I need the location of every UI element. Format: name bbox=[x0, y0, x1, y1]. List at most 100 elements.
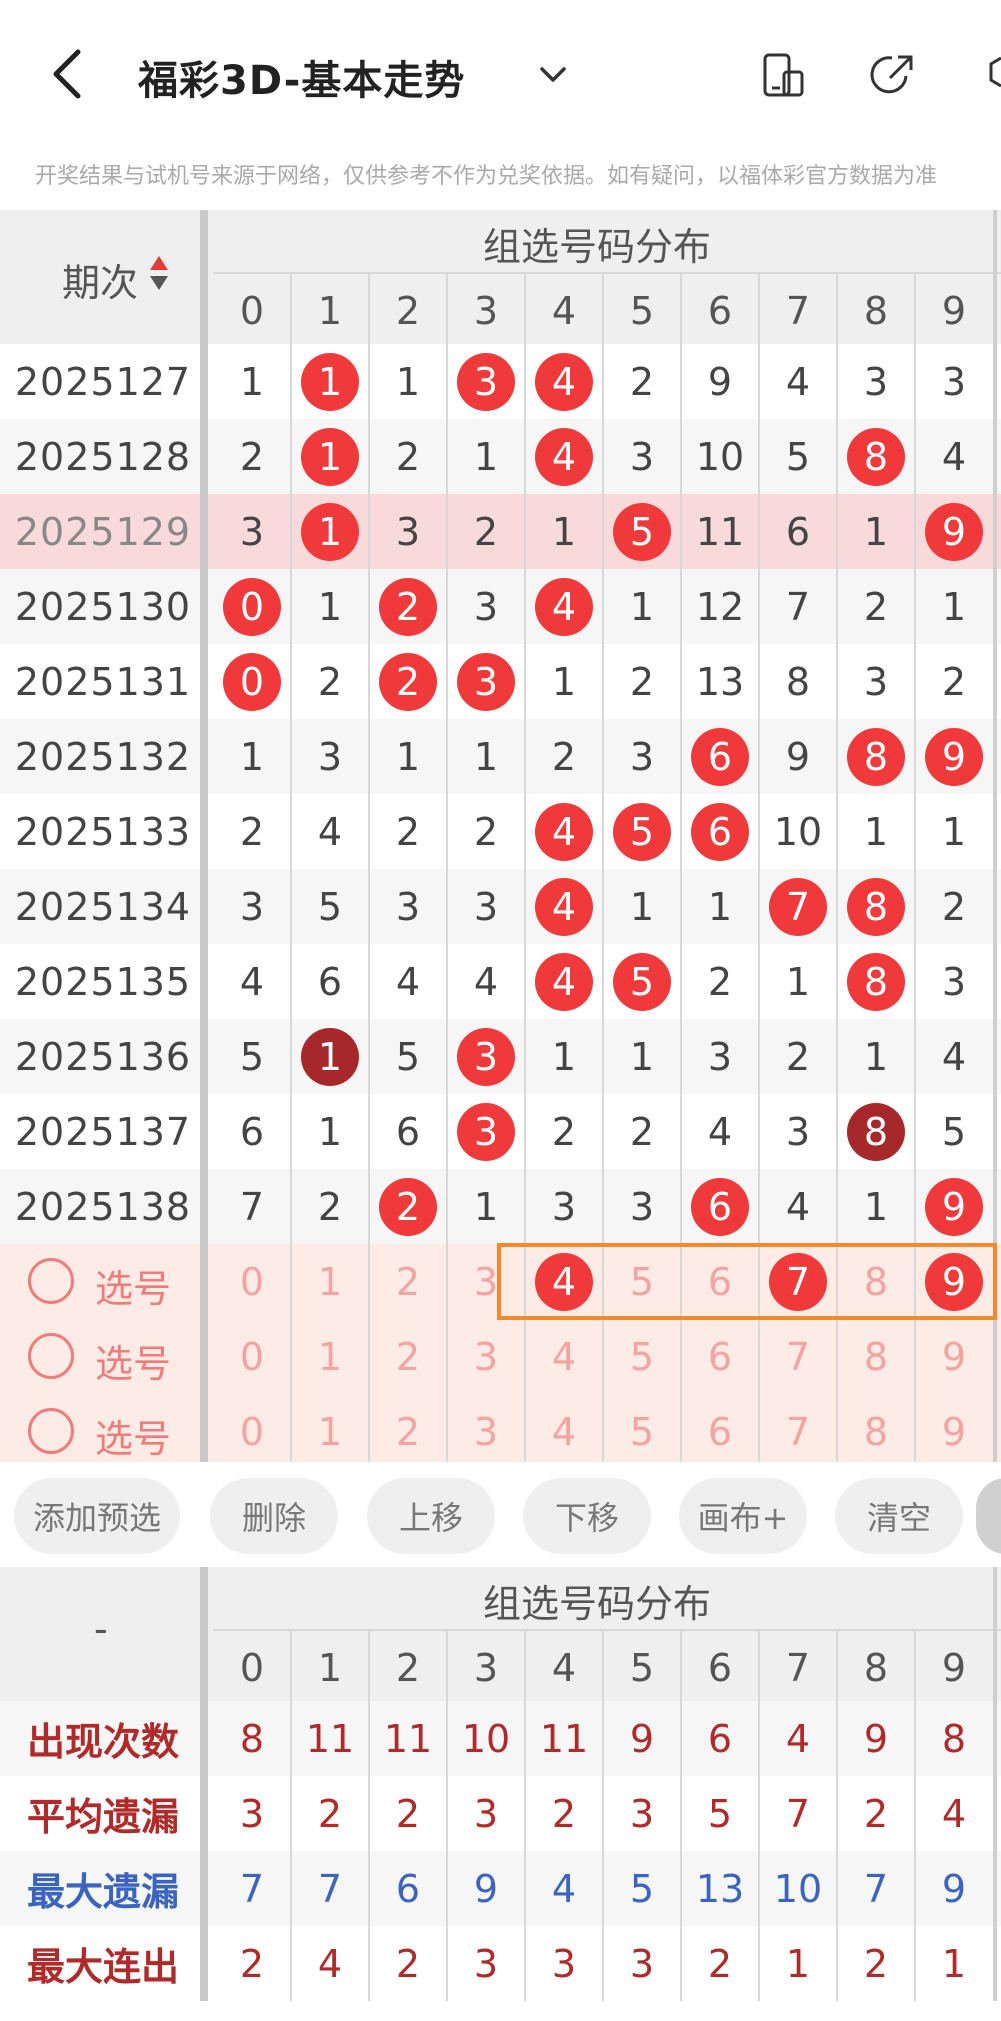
pick-radio[interactable] bbox=[28, 1408, 74, 1454]
table-cell: 6 bbox=[317, 959, 343, 1004]
table-row[interactable]: 2025128 2 1 2 1 4 3 10 5 8 4 bbox=[0, 419, 1001, 494]
table-cell: 3 bbox=[395, 884, 421, 929]
top-bar: 福彩3D-基本走势 bbox=[0, 0, 1001, 150]
digit-header: 6 bbox=[707, 289, 733, 333]
hit-ball: 1 bbox=[301, 352, 359, 411]
pick-cell[interactable]: 5 bbox=[603, 1319, 681, 1394]
pick-cell[interactable]: 5 bbox=[603, 1394, 681, 1469]
pick-cell[interactable]: 8 bbox=[837, 1394, 915, 1469]
table-cell: 1 bbox=[863, 809, 889, 854]
issue-number: 2025134 bbox=[14, 884, 192, 929]
table-cell: 9 bbox=[915, 494, 993, 569]
stats-cell: 3 bbox=[551, 1941, 577, 1986]
pick-radio[interactable] bbox=[28, 1333, 74, 1379]
table-row[interactable]: 2025129 3 1 3 2 1 5 11 6 1 9 bbox=[0, 494, 1001, 569]
stats-column-line bbox=[602, 1629, 604, 2001]
back-arrow-icon[interactable] bbox=[48, 46, 88, 102]
pick-cell[interactable]: 7 bbox=[759, 1319, 837, 1394]
device-layout-icon[interactable] bbox=[758, 50, 808, 100]
table-row[interactable]: 2025137 6 1 6 3 2 2 4 3 8 5 bbox=[0, 1094, 1001, 1169]
pick-cell[interactable]: 3 bbox=[447, 1319, 525, 1394]
table-cell: 6 bbox=[681, 1169, 759, 1244]
pick-cell[interactable]: 9 bbox=[915, 1319, 993, 1394]
pick-cell[interactable]: 1 bbox=[291, 1394, 369, 1469]
canvas-plus-button[interactable]: 画布+ bbox=[679, 1478, 807, 1554]
table-cell: 5 bbox=[603, 794, 681, 869]
table-cell: 9 bbox=[915, 719, 993, 794]
table-cell: 8 bbox=[837, 869, 915, 944]
table-row[interactable]: 2025127 1 1 1 3 4 2 9 4 3 3 bbox=[0, 344, 1001, 419]
pick-radio[interactable] bbox=[28, 1258, 74, 1304]
stats-cell: 2 bbox=[395, 1941, 421, 1986]
table-row[interactable]: 2025136 5 1 5 3 1 1 3 2 1 4 bbox=[0, 1019, 1001, 1094]
stats-cell: 6 bbox=[395, 1866, 421, 1911]
table-cell: 4 bbox=[785, 359, 811, 404]
pick-cell[interactable]: 0 bbox=[213, 1319, 291, 1394]
stats-corner: - bbox=[94, 1607, 108, 1651]
hit-ball: 4 bbox=[535, 877, 593, 936]
pick-cell[interactable]: 6 bbox=[681, 1394, 759, 1469]
page-title[interactable]: 福彩3D-基本走势 bbox=[138, 48, 465, 106]
table-cell: 5 bbox=[941, 1109, 967, 1154]
table-row[interactable]: 2025135 4 6 4 4 4 5 2 1 8 3 bbox=[0, 944, 1001, 1019]
stats-digit-header: 0 bbox=[239, 1646, 265, 1690]
stats-cell: 13 bbox=[695, 1866, 745, 1911]
table-row[interactable]: 2025138 7 2 2 1 3 3 6 4 1 9 bbox=[0, 1169, 1001, 1244]
pick-cell[interactable]: 2 bbox=[369, 1244, 447, 1319]
table-cell: 4 bbox=[941, 1034, 967, 1079]
share-icon[interactable] bbox=[868, 50, 918, 100]
pick-cell[interactable]: 4 bbox=[525, 1319, 603, 1394]
table-cell: 3 bbox=[317, 734, 343, 779]
pick-cell[interactable]: 8 bbox=[837, 1319, 915, 1394]
table-cell: 2 bbox=[369, 569, 447, 644]
table-cell: 4 bbox=[317, 809, 343, 854]
table-cell: 1 bbox=[551, 1034, 577, 1079]
sort-icon[interactable] bbox=[148, 254, 170, 294]
table-cell: 1 bbox=[291, 344, 369, 419]
hit-ball: 2 bbox=[379, 652, 437, 711]
stats-scrollbar[interactable] bbox=[993, 1567, 997, 2001]
pick-cell[interactable]: 0 bbox=[213, 1244, 291, 1319]
chevron-down-icon[interactable] bbox=[536, 58, 570, 92]
more-icon[interactable] bbox=[985, 50, 1001, 100]
add-preselect-button[interactable]: 添加预选 bbox=[14, 1478, 180, 1554]
table-cell: 2 bbox=[941, 884, 967, 929]
scroll-button[interactable] bbox=[976, 1478, 1001, 1554]
table-cell: 10 bbox=[695, 434, 745, 479]
table-cell: 2 bbox=[629, 359, 655, 404]
hit-ball: 6 bbox=[691, 802, 749, 861]
stats-digit-header: 3 bbox=[473, 1646, 499, 1690]
pick-row: 选号 0 1 2 3 4 5 6 7 8 9 bbox=[0, 1319, 1001, 1394]
pick-cell[interactable]: 9 bbox=[915, 1394, 993, 1469]
table-cell: 8 bbox=[837, 944, 915, 1019]
table-cell: 2 bbox=[551, 1109, 577, 1154]
pick-cell[interactable]: 2 bbox=[369, 1394, 447, 1469]
table-cell: 2 bbox=[395, 434, 421, 479]
stats-cell: 4 bbox=[551, 1866, 577, 1911]
pick-cell[interactable]: 4 bbox=[525, 1394, 603, 1469]
table-cell: 1 bbox=[395, 734, 421, 779]
issue-header: 期次 bbox=[62, 261, 139, 305]
issue-number: 2025137 bbox=[14, 1109, 192, 1154]
table-cell: 3 bbox=[863, 359, 889, 404]
move-down-button[interactable]: 下移 bbox=[523, 1478, 651, 1554]
pick-cell[interactable]: 2 bbox=[369, 1319, 447, 1394]
table-row[interactable]: 2025130 0 1 2 3 4 1 12 7 2 1 bbox=[0, 569, 1001, 644]
pick-cell[interactable]: 1 bbox=[291, 1319, 369, 1394]
hit-ball: 4 bbox=[535, 352, 593, 411]
table-row[interactable]: 2025131 0 2 2 3 1 2 13 8 3 2 bbox=[0, 644, 1001, 719]
table-row[interactable]: 2025133 2 4 2 2 4 5 6 10 1 1 bbox=[0, 794, 1001, 869]
pick-cell[interactable]: 7 bbox=[759, 1394, 837, 1469]
clear-button[interactable]: 清空 bbox=[835, 1478, 963, 1554]
hit-ball: 4 bbox=[535, 427, 593, 486]
pick-cell[interactable]: 1 bbox=[291, 1244, 369, 1319]
issue-number: 2025132 bbox=[14, 734, 192, 779]
pick-cell[interactable]: 6 bbox=[681, 1319, 759, 1394]
table-row[interactable]: 2025134 3 5 3 3 4 1 1 7 8 2 bbox=[0, 869, 1001, 944]
delete-button[interactable]: 删除 bbox=[210, 1478, 338, 1554]
table-row[interactable]: 2025132 1 3 1 1 2 3 6 9 8 9 bbox=[0, 719, 1001, 794]
pick-cell[interactable]: 3 bbox=[447, 1394, 525, 1469]
move-up-button[interactable]: 上移 bbox=[367, 1478, 495, 1554]
stats-column-line bbox=[914, 1629, 916, 2001]
pick-cell[interactable]: 0 bbox=[213, 1394, 291, 1469]
